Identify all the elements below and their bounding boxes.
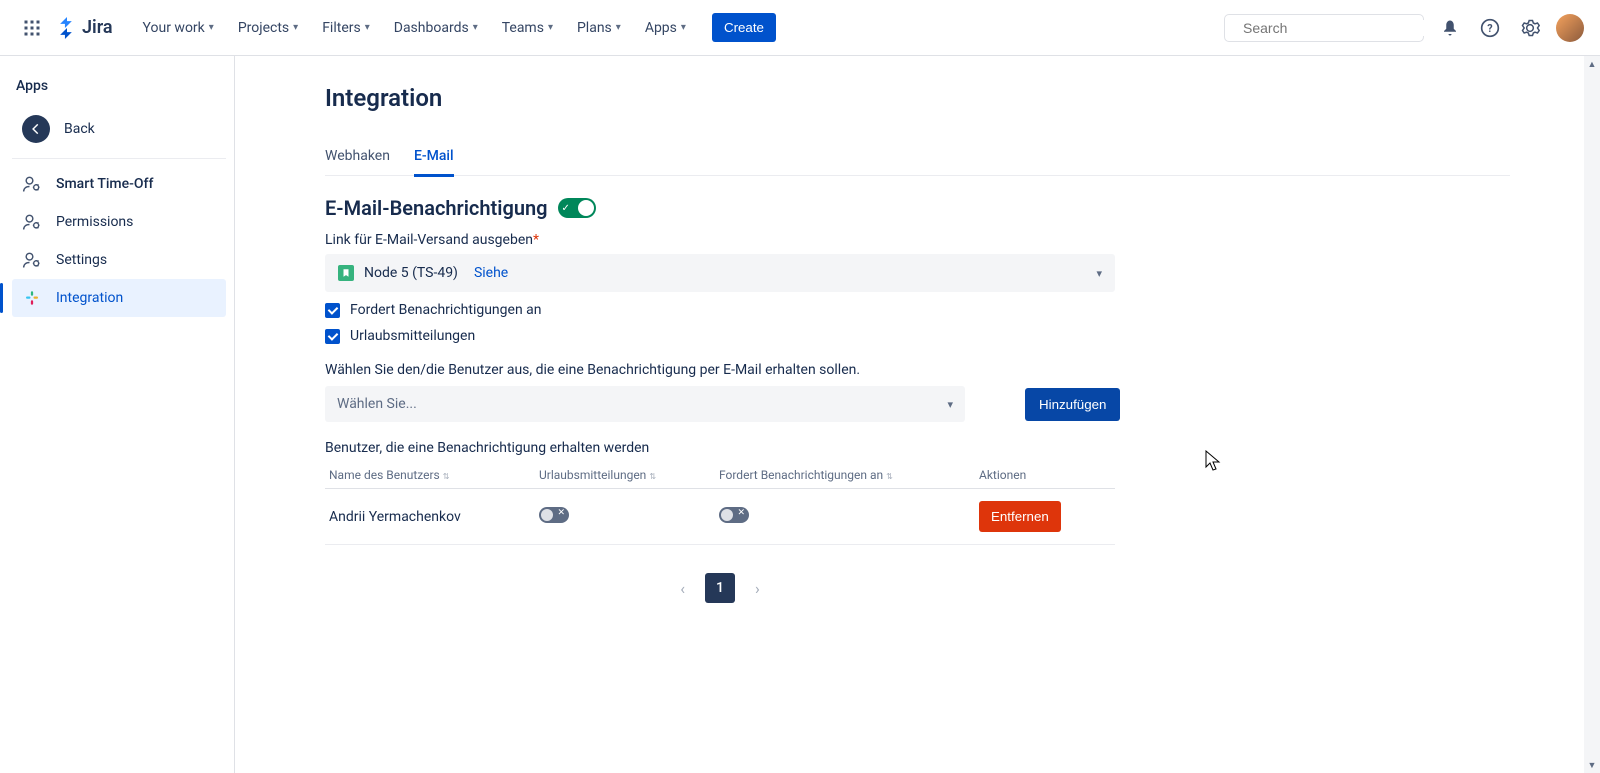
- vacation-toggle[interactable]: ✕: [539, 507, 569, 523]
- sidebar-item-label: Settings: [56, 252, 107, 268]
- nav-filters[interactable]: Filters▾: [312, 14, 380, 42]
- user-avatar[interactable]: [1556, 14, 1584, 42]
- scroll-up-icon[interactable]: ▲: [1584, 56, 1600, 72]
- sidebar-title: Apps: [12, 72, 226, 106]
- chevron-down-icon: ▾: [365, 22, 370, 33]
- request-toggle[interactable]: ✕: [719, 507, 749, 523]
- sidebar-item-settings[interactable]: Settings: [12, 241, 226, 279]
- sidebar-item-integration[interactable]: Integration: [12, 279, 226, 317]
- user-name-cell: Andrii Yermachenkov: [325, 489, 535, 545]
- create-button[interactable]: Create: [712, 13, 776, 42]
- sidebar-item-smart-time-off[interactable]: Smart Time-Off: [12, 165, 226, 203]
- nav-projects[interactable]: Projects▾: [228, 14, 308, 42]
- sidebar-back-label: Back: [64, 121, 95, 137]
- pagination: ‹ 1 ›: [325, 573, 1115, 603]
- link-dropdown[interactable]: Node 5 (TS-49) Siehe ▾: [325, 254, 1115, 292]
- pagination-prev[interactable]: ‹: [672, 575, 693, 602]
- email-notification-toggle[interactable]: ✓: [558, 198, 596, 218]
- chevron-down-icon: ▾: [293, 22, 298, 33]
- chevron-down-icon: ▾: [1096, 267, 1102, 280]
- app-switcher-icon[interactable]: [16, 12, 48, 44]
- chevron-down-icon: ▾: [681, 22, 686, 33]
- scroll-down-icon[interactable]: ▼: [1584, 757, 1600, 773]
- notifications-icon[interactable]: [1436, 14, 1464, 42]
- tab-webhooks[interactable]: Webhaken: [325, 144, 390, 175]
- tabs: Webhaken E-Mail: [325, 144, 1510, 176]
- sidebar-item-label: Permissions: [56, 214, 133, 230]
- page-title: Integration: [325, 84, 1510, 112]
- user-gear-icon: [22, 250, 42, 270]
- checkbox-vacation-notifications[interactable]: [325, 329, 340, 344]
- col-request[interactable]: Fordert Benachrichtigungen an⇅: [715, 462, 975, 489]
- remove-button[interactable]: Entfernen: [979, 501, 1061, 532]
- users-table: Name des Benutzers⇅ Urlaubsmitteilungen⇅…: [325, 462, 1115, 545]
- svg-text:?: ?: [1487, 22, 1492, 35]
- nav-dashboards[interactable]: Dashboards▾: [384, 14, 488, 42]
- pagination-page-1[interactable]: 1: [705, 573, 735, 603]
- link-action[interactable]: Siehe: [474, 265, 508, 281]
- chevron-down-icon: ▾: [548, 22, 553, 33]
- help-icon[interactable]: ?: [1476, 14, 1504, 42]
- col-name[interactable]: Name des Benutzers⇅: [325, 462, 535, 489]
- add-button[interactable]: Hinzufügen: [1025, 388, 1120, 421]
- search-box[interactable]: [1224, 14, 1424, 42]
- chevron-down-icon: ▾: [209, 22, 214, 33]
- instruction-text: Wählen Sie den/die Benutzer aus, die ein…: [325, 362, 1510, 378]
- x-icon: ✕: [737, 508, 745, 518]
- col-vacation[interactable]: Urlaubsmitteilungen⇅: [535, 462, 715, 489]
- user-select-placeholder: Wählen Sie...: [337, 396, 417, 412]
- divider: [12, 158, 226, 159]
- sort-icon: ⇅: [886, 472, 893, 481]
- tab-email[interactable]: E-Mail: [414, 144, 454, 177]
- checkbox-request-notifications[interactable]: [325, 303, 340, 318]
- sidebar: Apps Back Smart Time-Off Permissions Set…: [0, 56, 235, 773]
- table-row: Andrii Yermachenkov ✕ ✕ Entfernen: [325, 489, 1115, 545]
- pagination-next[interactable]: ›: [747, 575, 768, 602]
- bookmark-icon: [338, 265, 354, 281]
- nav-your-work[interactable]: Your work▾: [133, 14, 224, 42]
- check-icon: ✓: [562, 203, 570, 214]
- user-gear-icon: [22, 212, 42, 232]
- nav-teams[interactable]: Teams▾: [492, 14, 563, 42]
- link-field-label: Link für E-Mail-Versand ausgeben*: [325, 232, 1510, 248]
- col-actions: Aktionen: [975, 462, 1115, 489]
- slack-icon: [22, 288, 42, 308]
- chevron-down-icon: ▾: [473, 22, 478, 33]
- sidebar-item-label: Integration: [56, 290, 123, 306]
- checkbox-label: Urlaubsmitteilungen: [350, 328, 475, 344]
- nav-plans[interactable]: Plans▾: [567, 14, 631, 42]
- chevron-down-icon: ▾: [616, 22, 621, 33]
- user-gear-icon: [22, 174, 42, 194]
- link-value: Node 5 (TS-49): [364, 265, 458, 281]
- jira-logo[interactable]: Jira: [52, 17, 117, 39]
- checkbox-label: Fordert Benachrichtigungen an: [350, 302, 542, 318]
- product-name: Jira: [82, 17, 113, 38]
- sidebar-back[interactable]: Back: [12, 106, 226, 152]
- users-table-title: Benutzer, die eine Benachrichtigung erha…: [325, 440, 1510, 456]
- search-input[interactable]: [1243, 20, 1424, 36]
- back-arrow-icon: [22, 115, 50, 143]
- main-content: Integration Webhaken E-Mail E-Mail-Benac…: [235, 56, 1600, 773]
- x-icon: ✕: [557, 508, 565, 518]
- sort-icon: ⇅: [443, 472, 450, 481]
- user-select-dropdown[interactable]: Wählen Sie... ▾: [325, 386, 965, 422]
- sort-icon: ⇅: [649, 472, 656, 481]
- top-nav: Jira Your work▾ Projects▾ Filters▾ Dashb…: [0, 0, 1600, 56]
- chevron-down-icon: ▾: [947, 398, 953, 411]
- nav-apps[interactable]: Apps▾: [635, 14, 696, 42]
- settings-icon[interactable]: [1516, 14, 1544, 42]
- sidebar-item-label: Smart Time-Off: [56, 176, 153, 192]
- sidebar-item-permissions[interactable]: Permissions: [12, 203, 226, 241]
- scrollbar[interactable]: ▲ ▼: [1584, 56, 1600, 773]
- section-title: E-Mail-Benachrichtigung: [325, 196, 548, 220]
